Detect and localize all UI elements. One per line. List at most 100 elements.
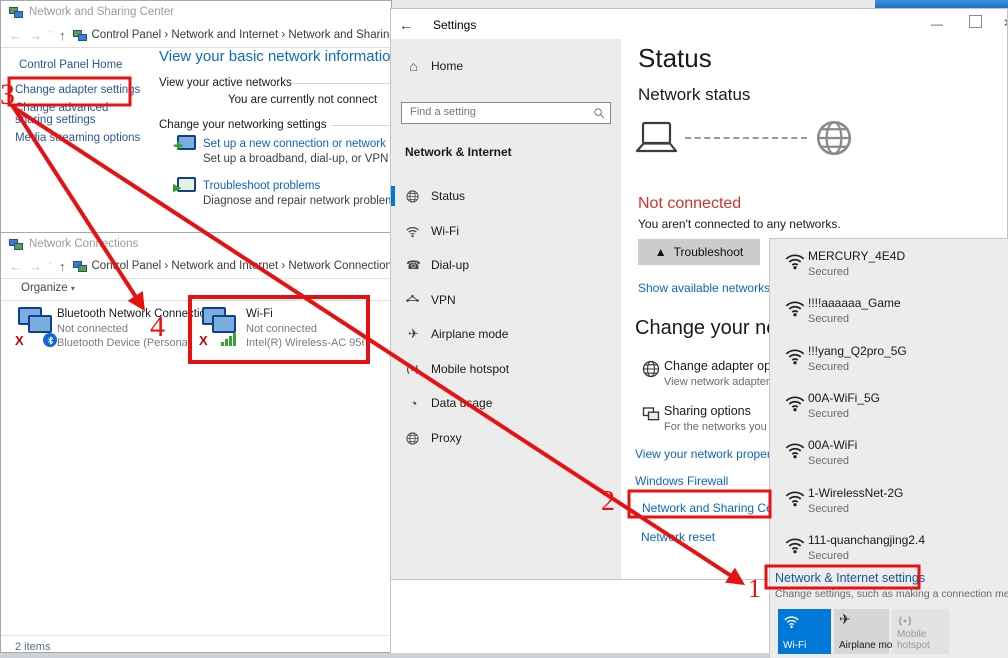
settings-sidebar: ⌂ Home Network & Internet Status Wi-Fi ☎… (391, 39, 621, 580)
not-connected-desc: You aren't connected to any networks. (638, 217, 841, 231)
search-input[interactable] (408, 105, 590, 119)
adapter-status: Not connected (246, 323, 317, 335)
recent-pages-icon[interactable]: ˇ (49, 30, 52, 40)
wifi-network-item[interactable]: MERCURY_4E4D Secured (770, 246, 1008, 290)
nsc-heading: View your basic network information and … (159, 48, 392, 65)
new-connection-icon: ✚ (173, 135, 195, 152)
step-1-label: 1 (748, 574, 761, 604)
sidebar-item-wifi[interactable]: Wi-Fi (391, 218, 621, 244)
wifi-network-item[interactable]: !!!!aaaaaa_Game Secured (770, 293, 1008, 337)
wifi-flyout: MERCURY_4E4D Secured !!!!aaaaaa_Game Sec… (769, 238, 1008, 658)
nc-toolbar: Organize ▾ (1, 278, 392, 301)
troubleshoot-problems-icon: ▶ (173, 177, 195, 194)
step-2-label: 2 (601, 486, 615, 518)
laptop-icon (634, 121, 680, 155)
disconnected-x-icon: X (199, 334, 208, 347)
setup-new-connection-link[interactable]: Set up a new connection or network (203, 138, 386, 150)
mobile-hotspot-quick-toggle[interactable]: Mobile hotspot (892, 609, 949, 654)
home-icon: ⌂ (405, 58, 422, 74)
divider (331, 125, 391, 126)
nc-breadcrumb[interactable]: Control Panel › Network and Internet › N… (73, 260, 393, 272)
nav-section-title: Network & Internet (405, 145, 512, 159)
internet-globe-icon (813, 117, 855, 159)
change-advanced-sharing-link[interactable]: Change advanced sharing settings (15, 102, 133, 126)
page-title: Status (638, 43, 712, 74)
wifi-quick-toggle[interactable]: Wi-Fi (778, 609, 831, 654)
wifi-network-item[interactable]: 111-quanchangjing2.4 Secured (770, 530, 1008, 574)
back-icon[interactable]: ← (9, 259, 22, 274)
network-sharing-center-window: Network and Sharing Center ← → ˇ ↑ Contr… (0, 0, 392, 233)
sidebar-item-dialup[interactable]: ☎ Dial-up (391, 252, 621, 278)
pie-chart-icon: ◔ (405, 396, 422, 411)
nc-titlebar[interactable]: Network Connections (1, 233, 391, 255)
nc-statusbar: 2 items (1, 635, 392, 653)
sharing-options-link[interactable]: Sharing options (664, 404, 751, 418)
windows-firewall-link[interactable]: Windows Firewall (635, 474, 728, 488)
back-icon[interactable]: ← (399, 17, 413, 33)
nsc-addressbar[interactable]: ← → ˇ ↑ Control Panel › Network and Inte… (1, 23, 391, 48)
breadcrumb-icon (73, 260, 87, 272)
wifi-network-item[interactable]: !!!yang_Q2pro_5G Secured (770, 341, 1008, 385)
sidebar-item-data-usage[interactable]: ◔ Data usage (391, 390, 621, 416)
sidebar-item-home[interactable]: ⌂ Home (391, 53, 621, 79)
view-network-properties-link[interactable]: View your network properties (635, 447, 790, 461)
airplane-icon: ✈ (405, 326, 422, 342)
recent-pages-icon[interactable]: ˇ (49, 261, 52, 271)
airplane-mode-quick-toggle[interactable]: ✈ Airplane mode (834, 609, 889, 654)
signal-bars-icon (221, 333, 236, 346)
wifi-icon (784, 534, 806, 556)
wifi-icon (784, 250, 806, 272)
sidebar-item-airplane-mode[interactable]: ✈ Airplane mode (391, 321, 621, 347)
airplane-icon: ✈ (839, 611, 851, 628)
wifi-icon (784, 392, 806, 414)
nsc-breadcrumb[interactable]: Control Panel › Network and Internet › N… (73, 29, 393, 41)
control-panel-home-link[interactable]: Control Panel Home (19, 59, 149, 71)
wifi-icon (784, 297, 806, 319)
organize-menu-button[interactable]: Organize ▾ (21, 282, 75, 294)
back-icon[interactable]: ← (9, 28, 22, 43)
phone-icon: ☎ (405, 258, 422, 272)
adapter-device: Bluetooth Device (Persona... sa ... (57, 337, 187, 349)
forward-icon[interactable]: → (29, 259, 42, 274)
background-window-titlebar (875, 0, 1008, 8)
change-networking-label: Change your networking settings (159, 119, 327, 131)
active-networks-label: View your active networks (159, 77, 292, 89)
change-adapter-settings-link[interactable]: Change adapter settings (15, 84, 145, 96)
minimize-button[interactable]: — (931, 17, 943, 31)
search-box[interactable] (401, 102, 611, 124)
sidebar-item-proxy[interactable]: Proxy (391, 425, 621, 451)
nc-addressbar[interactable]: ← → ˇ ↑ Control Panel › Network and Inte… (1, 254, 391, 279)
troubleshoot-problems-link[interactable]: Troubleshoot problems (203, 180, 320, 192)
wifi-adapter-icon: X (199, 305, 245, 347)
network-internet-settings-link[interactable]: Network & Internet settings (775, 571, 925, 585)
globe-icon (405, 431, 422, 446)
sidebar-item-vpn[interactable]: VPN (391, 287, 621, 313)
close-button[interactable]: ✕ (1003, 16, 1008, 30)
nsc-titlebar[interactable]: Network and Sharing Center (1, 1, 391, 23)
wifi-network-item[interactable]: 00A-WiFi Secured (770, 435, 1008, 479)
wifi-network-item[interactable]: 00A-WiFi_5G Secured (770, 388, 1008, 432)
step-4-label: 4 (150, 310, 165, 344)
network-reset-link[interactable]: Network reset (641, 530, 715, 544)
vpn-icon (405, 293, 422, 308)
network-status-heading: Network status (638, 85, 750, 105)
network-connections-icon (9, 238, 23, 250)
adapter-status: Not connected (57, 323, 128, 335)
chevron-down-icon: ▾ (71, 284, 75, 293)
search-icon[interactable] (593, 107, 605, 119)
up-icon[interactable]: ↑ (59, 259, 66, 274)
wifi-icon (405, 224, 422, 239)
troubleshoot-button[interactable]: ▲ Troubleshoot (638, 239, 760, 265)
network-connections-window: Network Connections ← → ˇ ↑ Control Pane… (0, 232, 392, 653)
wifi-network-item[interactable]: 1-WirelessNet-2G Secured (770, 483, 1008, 527)
sidebar-item-mobile-hotspot[interactable]: Mobile hotspot (391, 356, 621, 382)
up-icon[interactable]: ↑ (59, 28, 66, 43)
wifi-icon (784, 439, 806, 461)
disconnected-x-icon: X (15, 334, 24, 347)
media-streaming-options-link[interactable]: Media streaming options (15, 132, 145, 144)
wifi-icon (783, 613, 800, 630)
forward-icon[interactable]: → (29, 28, 42, 43)
maximize-button[interactable] (969, 15, 982, 28)
show-available-networks-link[interactable]: Show available networks (638, 281, 770, 295)
sidebar-item-status[interactable]: Status (391, 183, 621, 209)
